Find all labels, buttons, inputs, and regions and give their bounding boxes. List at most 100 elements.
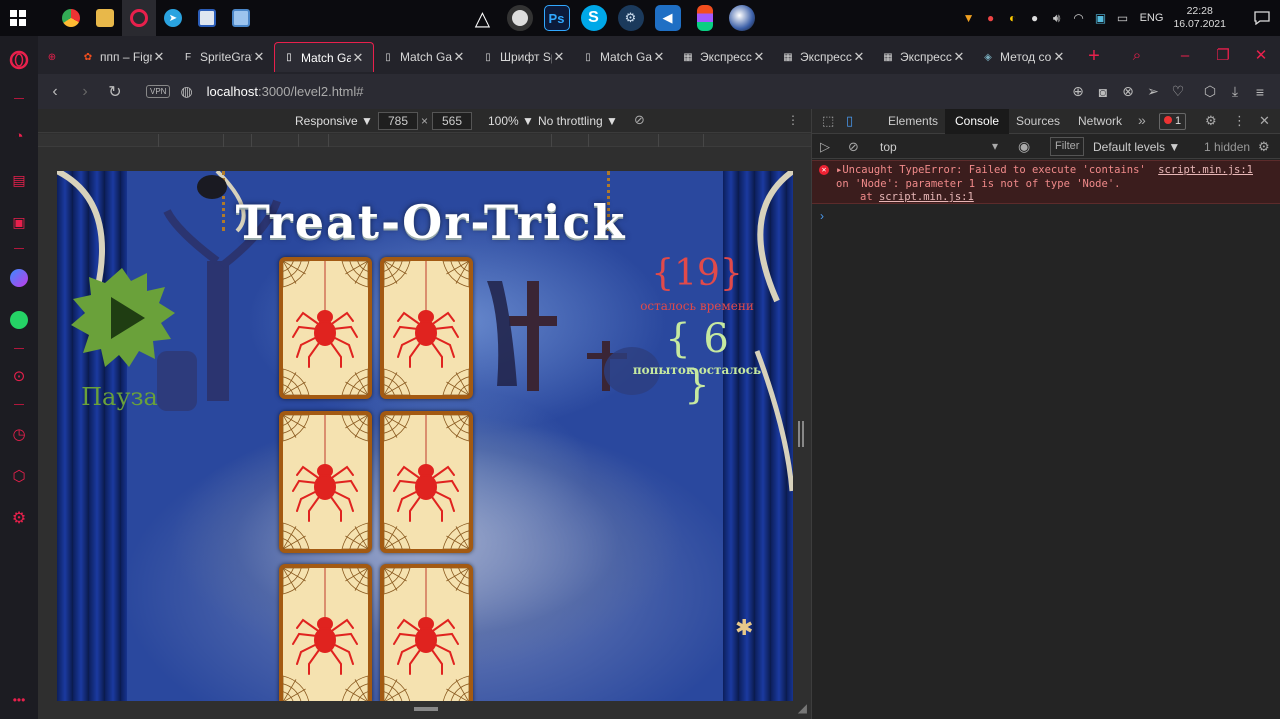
taskbar-chrome[interactable]	[54, 0, 88, 36]
error-source-link[interactable]: script.min.js:1	[1158, 164, 1253, 176]
windows-start-button[interactable]	[0, 0, 36, 36]
console-prompt[interactable]: ›	[820, 209, 824, 223]
settings-gear-icon[interactable]: ⚙	[1205, 113, 1217, 129]
play-pause-button[interactable]	[67, 263, 177, 373]
taskbar-steam[interactable]: ⚙	[612, 0, 649, 36]
tab-sources[interactable]: Sources	[1006, 109, 1070, 134]
close-tab-icon[interactable]: ✕	[852, 49, 866, 65]
inspect-element-icon[interactable]: ⬚	[822, 113, 834, 129]
minimize-icon[interactable]: –	[1166, 47, 1204, 64]
zoom-icon[interactable]: ⊕	[1066, 83, 1090, 100]
tab-match-game-active[interactable]: ▯ Match Game✕	[274, 42, 374, 72]
error-count-badge[interactable]: 1	[1159, 113, 1187, 130]
pause-label[interactable]: Пауза	[57, 383, 182, 411]
close-tab-icon[interactable]: ✕	[552, 49, 566, 65]
reload-button[interactable]: ↻	[100, 82, 130, 102]
tab-elements[interactable]: Elements	[878, 109, 948, 134]
block-icon[interactable]: ⊗	[1116, 83, 1140, 100]
vpn-badge[interactable]: VPN	[146, 85, 171, 98]
viewport-width-input[interactable]: 785	[378, 112, 418, 130]
viewport-corner-resizer[interactable]: ◢	[798, 701, 807, 715]
wifi-icon[interactable]: ◠	[1070, 0, 1088, 36]
send-icon[interactable]: ➢	[1141, 83, 1165, 100]
console-error-message[interactable]: ✕ ▸Uncaught TypeError: Failed to execute…	[812, 160, 1280, 204]
tray-app4-icon[interactable]: ▣	[1092, 0, 1110, 36]
camera-icon[interactable]: ◙	[1091, 84, 1115, 100]
viewport-height-input[interactable]: 565	[432, 112, 472, 130]
tray-app3-icon[interactable]: ●	[1026, 0, 1044, 36]
new-tab-button[interactable]: +	[1074, 45, 1114, 68]
tray-warning-icon[interactable]: ▼	[960, 0, 978, 36]
taskbar-skype[interactable]: S	[575, 0, 612, 36]
close-tab-icon[interactable]: ✕	[152, 49, 166, 65]
memory-card[interactable]	[279, 564, 372, 701]
context-dropdown-icon[interactable]: ▾	[992, 139, 998, 153]
sidebar-settings[interactable]: ⚙	[9, 508, 29, 528]
taskbar-obs[interactable]	[501, 0, 538, 36]
tray-app-icon[interactable]: ●	[982, 0, 1000, 36]
console-filter-input[interactable]: Filter	[1050, 137, 1084, 156]
sidebar-player[interactable]: ⊙	[9, 366, 29, 386]
device-toggle-icon[interactable]: ▯	[846, 113, 853, 129]
tab-match-game-3[interactable]: ▯ Match Game✕	[574, 42, 674, 72]
devtools-close-icon[interactable]: ✕	[1259, 113, 1270, 129]
sidebar-history[interactable]: ◷	[9, 424, 29, 444]
media-query-bar[interactable]	[38, 134, 811, 147]
memory-card[interactable]	[380, 257, 473, 399]
more-tabs-icon[interactable]: »	[1138, 112, 1146, 128]
memory-card[interactable]	[380, 411, 473, 553]
taskbar-explorer[interactable]	[88, 0, 122, 36]
taskbar-app-photos[interactable]	[224, 0, 258, 36]
sidebar-messenger[interactable]	[9, 268, 29, 288]
tab-spritegraf[interactable]: F SpriteGraf ✕	[174, 42, 274, 72]
tab-figma[interactable]: ✿ ппп – Figma✕	[74, 42, 174, 72]
restore-icon[interactable]: ❐	[1204, 46, 1242, 64]
zoom-select[interactable]: 100% ▼	[488, 114, 534, 128]
throttling-select[interactable]: No throttling ▼	[538, 114, 618, 128]
keyboard-language[interactable]: ENG	[1140, 12, 1164, 24]
memory-card[interactable]	[279, 257, 372, 399]
sidebar-bag[interactable]: ▤	[9, 170, 29, 190]
close-tab-icon[interactable]: ✕	[452, 49, 466, 65]
device-more-icon[interactable]: ⋮	[787, 113, 799, 127]
memory-card[interactable]	[279, 411, 372, 553]
taskbar-figma[interactable]	[686, 0, 723, 36]
tab-font-sp[interactable]: ▯ Шрифт Sp ✕	[474, 42, 574, 72]
taskbar-vscode[interactable]: ◀	[649, 0, 686, 36]
download-icon[interactable]: ⤓	[1223, 83, 1247, 100]
taskbar-photoshop[interactable]: Ps	[538, 0, 575, 36]
devtools-menu-icon[interactable]: ⋮	[1233, 113, 1246, 129]
close-tab-icon[interactable]: ✕	[752, 49, 766, 65]
battery-icon[interactable]: ▭	[1114, 0, 1132, 36]
taskbar-cinema4d[interactable]	[723, 0, 760, 36]
tab-express-2[interactable]: ▦ Экспресс ✕	[774, 42, 874, 72]
tab-express-1[interactable]: ▦ Экспресс ✕	[674, 42, 774, 72]
tab-network[interactable]: Network	[1068, 109, 1132, 134]
sidebar-whatsapp[interactable]	[9, 310, 29, 330]
viewport-width-resizer[interactable]	[798, 421, 804, 447]
tab-search-icon[interactable]: ⌕	[1118, 47, 1156, 64]
taskbar-app-window[interactable]	[190, 0, 224, 36]
back-button[interactable]: ‹	[40, 83, 70, 101]
url-field[interactable]: localhost:3000/level2.html#	[207, 84, 364, 99]
taskbar-assassins-creed[interactable]: △	[464, 0, 501, 36]
taskbar-opera[interactable]	[122, 0, 156, 36]
clear-console-icon[interactable]: ⊘	[848, 139, 859, 155]
viewport-height-resizer[interactable]	[414, 707, 438, 711]
memory-card[interactable]	[380, 564, 473, 701]
system-clock[interactable]: 22:28 16.07.2021	[1173, 5, 1226, 31]
sidebar-toggle-icon[interactable]: ▷	[820, 139, 830, 155]
sidebar-extensions[interactable]: ⬡	[9, 466, 29, 486]
device-mode-select[interactable]: Responsive ▼	[295, 114, 373, 128]
tab-method[interactable]: ◈ Метод со ✕	[974, 42, 1074, 72]
close-tab-icon[interactable]: ✕	[1052, 49, 1066, 65]
tray-app2-icon[interactable]: ◐	[1004, 0, 1022, 36]
log-levels-select[interactable]: Default levels ▼	[1093, 140, 1180, 154]
close-tab-icon[interactable]: ✕	[252, 49, 266, 65]
sidebar-speed-dial[interactable]: ◔	[9, 126, 29, 146]
tab-match-game-2[interactable]: ▯ Match Game✕	[374, 42, 474, 72]
sidebar-more[interactable]: •••	[9, 690, 29, 710]
stack-link[interactable]: script.min.js:1	[879, 191, 974, 203]
site-info-icon[interactable]: ◍	[180, 83, 192, 100]
tab-console[interactable]: Console	[945, 109, 1010, 134]
